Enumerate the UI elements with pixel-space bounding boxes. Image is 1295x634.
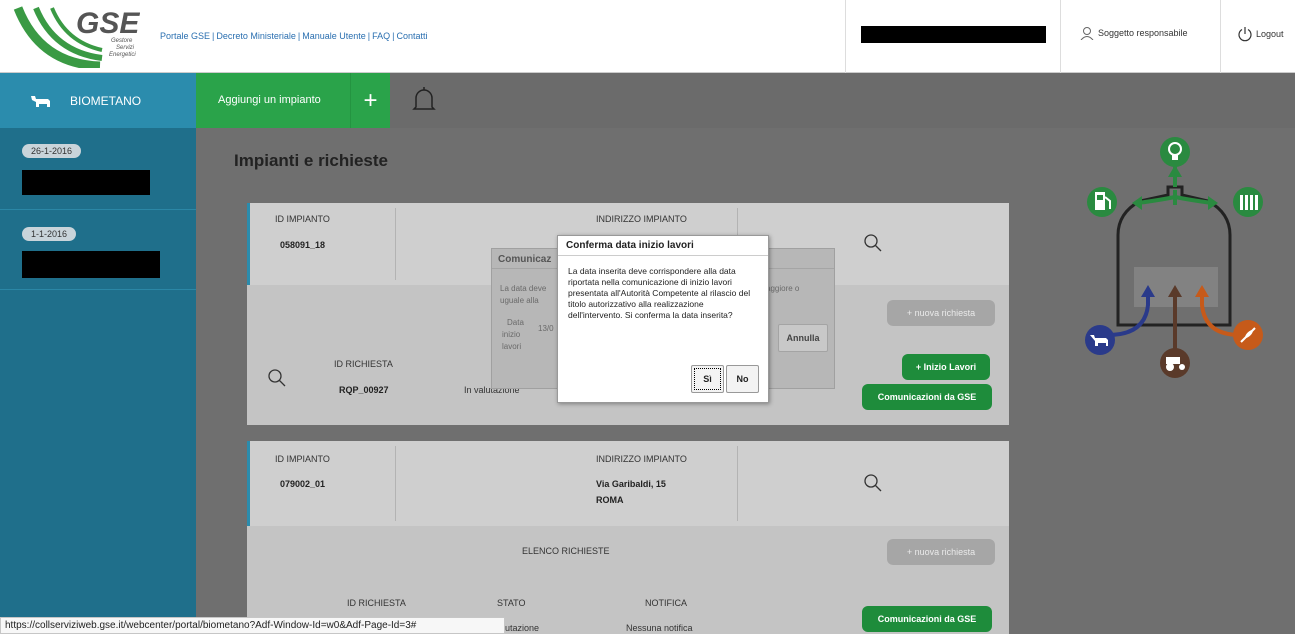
id-plant-label: ID IMPIANTO <box>275 214 330 224</box>
power-icon <box>1238 27 1252 42</box>
biomethane-diagram <box>1060 135 1295 385</box>
bulb-icon <box>1160 137 1190 167</box>
logo-text: GSE <box>76 7 140 40</box>
cancel-button[interactable]: Annulla <box>778 324 828 352</box>
dialog-text: aggiore o <box>766 284 800 293</box>
page-title: Impianti e richieste <box>234 151 388 170</box>
address-line-2: ROMA <box>596 495 624 505</box>
magnifier-icon[interactable] <box>863 473 883 493</box>
bell-icon[interactable] <box>412 85 436 118</box>
new-request-button[interactable]: + nuova richiesta <box>887 300 995 326</box>
add-plant-label: Aggiungi un impianto <box>218 94 321 106</box>
redacted-field <box>861 26 1046 43</box>
date-pill: 1-1-2016 <box>22 227 77 241</box>
comunicazioni-button[interactable]: Comunicazioni da GSE <box>862 606 992 632</box>
request-id-label: ID RICHIESTA <box>347 598 406 608</box>
add-plant-button[interactable]: Aggiungi un impianto + <box>196 73 390 128</box>
address-label: INDIRIZZO IMPIANTO <box>596 454 687 464</box>
section-biometano[interactable]: BIOMETANO <box>0 73 196 128</box>
address-line-1: Via Garibaldi, 15 <box>596 479 666 489</box>
confirm-dialog: Conferma data inizio lavori La data inse… <box>557 235 769 403</box>
logo-sub-1: Gestore <box>111 38 133 44</box>
logout-button[interactable]: Logout <box>1237 26 1284 42</box>
top-header: GSE Gestore Servizi Energetici Portale G… <box>0 0 1295 73</box>
redacted-name <box>22 251 160 278</box>
link-contatti[interactable]: Contatti <box>397 31 428 41</box>
notification-value: Nessuna notifica <box>626 623 693 633</box>
user-label: Soggetto responsabile <box>1098 28 1188 38</box>
new-request-button[interactable]: + nuova richiesta <box>887 539 995 565</box>
id-plant-value: 058091_18 <box>280 240 326 250</box>
comunicazioni-button[interactable]: Comunicazioni da GSE <box>862 384 992 410</box>
logo-sub-2: Servizi <box>116 45 135 51</box>
sidebar-item[interactable]: 26-1-2016 <box>0 128 196 210</box>
request-id-label: ID RICHIESTA <box>334 359 393 369</box>
user-icon <box>1080 27 1094 40</box>
sidebar-item[interactable]: 1-1-2016 <box>0 210 196 290</box>
magnifier-icon[interactable] <box>267 368 287 388</box>
browser-status-url: https://collserviziweb.gse.it/webcenter/… <box>0 617 505 634</box>
state-label: STATO <box>497 598 526 608</box>
magnifier-icon[interactable] <box>863 233 883 253</box>
date-input[interactable]: 13/0 <box>538 324 554 333</box>
sidebar: 26-1-2016 1-1-2016 <box>0 128 196 634</box>
section-label: BIOMETANO <box>70 93 142 108</box>
notification-label: NOTIFICA <box>645 598 687 608</box>
redacted-name <box>22 170 150 195</box>
address-label: INDIRIZZO IMPIANTO <box>596 214 687 224</box>
link-decreto[interactable]: Decreto Ministeriale <box>216 31 296 41</box>
plant-card-header: ID IMPIANTO 079002_01 INDIRIZZO IMPIANTO… <box>247 441 1009 526</box>
request-state: utazione <box>505 623 540 633</box>
date-field-label: inizio <box>502 330 521 339</box>
plus-icon[interactable]: + <box>350 73 390 128</box>
dialog-title: Comunicaz <box>498 254 552 265</box>
top-links: Portale GSE | Decreto Ministeriale | Manuale… <box>160 31 428 41</box>
gse-logo[interactable]: GSE Gestore Servizi Energetici <box>10 4 140 71</box>
logo-sub-3: Energetici <box>109 52 136 58</box>
link-portale[interactable]: Portale GSE <box>160 31 210 41</box>
navbar: BIOMETANO Aggiungi un impianto + <box>0 73 1295 128</box>
id-plant-value: 079002_01 <box>280 479 326 489</box>
confirm-dialog-title: Conferma data inizio lavori <box>558 236 768 256</box>
request-list-label: ELENCO RICHIESTE <box>522 546 610 556</box>
yes-button[interactable]: Sì <box>691 365 724 393</box>
link-faq[interactable]: FAQ <box>372 31 390 41</box>
plant-card: ID IMPIANTO 079002_01 INDIRIZZO IMPIANTO… <box>247 441 1009 634</box>
logout-label: Logout <box>1256 29 1284 39</box>
confirm-dialog-message: La data inserita deve corrispondere alla… <box>568 266 751 320</box>
date-field-label: Data <box>507 318 524 327</box>
request-id-value: RQP_00927 <box>339 385 389 395</box>
no-button[interactable]: No <box>726 365 759 393</box>
date-field-label: lavori <box>502 342 522 351</box>
date-pill: 26-1-2016 <box>22 144 82 158</box>
inizio-lavori-button[interactable]: + Inizio Lavori <box>902 354 990 380</box>
user-menu[interactable]: Soggetto responsabile <box>1080 26 1188 40</box>
link-manuale[interactable]: Manuale Utente <box>302 31 366 41</box>
dialog-text: uguale alla <box>500 296 539 305</box>
dialog-text: La data deve <box>500 284 547 293</box>
id-plant-label: ID IMPIANTO <box>275 454 330 464</box>
cow-icon <box>31 95 50 107</box>
